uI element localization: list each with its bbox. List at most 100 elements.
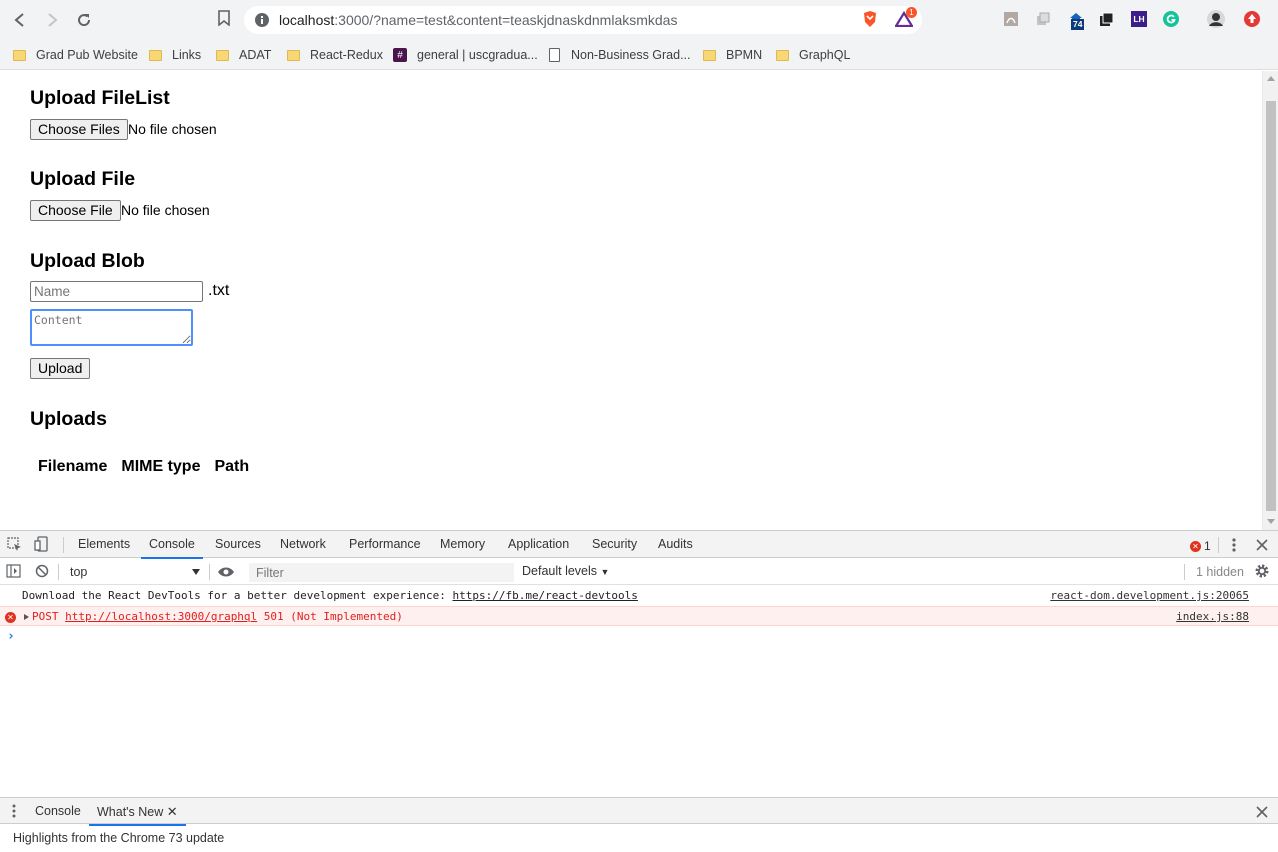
brave-shields-icon[interactable]	[861, 10, 879, 28]
drawer-menu-icon[interactable]	[12, 804, 16, 823]
forward-button[interactable]	[40, 8, 64, 32]
blob-content-textarea[interactable]	[30, 309, 193, 346]
inspect-element-icon[interactable]	[7, 537, 22, 557]
choose-files-button[interactable]: Choose Files	[30, 119, 128, 140]
error-count-indicator[interactable]: ✕ 1	[1190, 539, 1211, 553]
bookmark-label: Non-Business Grad...	[571, 48, 691, 62]
close-drawer-icon[interactable]	[1256, 805, 1268, 823]
blob-name-input[interactable]	[30, 281, 203, 302]
bookmark-label: Grad Pub Website	[36, 48, 138, 62]
bookmark-label: Links	[172, 48, 202, 62]
reload-icon	[78, 14, 91, 27]
upload-file-heading: Upload File	[30, 168, 136, 190]
toolbar-divider	[1184, 564, 1185, 580]
log-levels-dropdown[interactable]: Default levels ▼	[522, 564, 609, 578]
bookmark-links[interactable]: Links	[149, 44, 201, 66]
bookmark-graphql[interactable]: GraphQL	[776, 44, 850, 66]
upload-button[interactable]: Upload	[30, 358, 91, 379]
bookmark-react-redux[interactable]: React-Redux	[287, 44, 383, 66]
device-toolbar-icon[interactable]	[34, 536, 49, 557]
console-message-error: ✕ POST http://localhost:3000/graphql 501…	[0, 606, 1278, 626]
grammarly-icon[interactable]	[1162, 10, 1180, 28]
tab-performance[interactable]: Performance	[349, 531, 421, 558]
mime-type-column-header: MIME type	[121, 458, 201, 475]
pdf-extension-icon[interactable]	[1002, 10, 1020, 28]
page-icon	[549, 48, 560, 62]
show-sidebar-icon[interactable]	[6, 564, 21, 583]
upload-filelist-heading: Upload FileList	[30, 87, 170, 109]
tab-network[interactable]: Network	[280, 531, 326, 558]
update-available-icon[interactable]	[1243, 10, 1261, 28]
lighthouse-label: LH	[1131, 11, 1147, 27]
bookmark-adat[interactable]: ADAT	[216, 44, 271, 66]
uploads-heading: Uploads	[30, 408, 107, 430]
bookmark-non-business-grad[interactable]: Non-Business Grad...	[549, 44, 691, 66]
page-scrollbar[interactable]	[1262, 71, 1278, 530]
folder-icon	[703, 49, 716, 61]
filename-column-header: Filename	[38, 458, 108, 475]
devtools-panel: Elements Console Sources Network Perform…	[0, 530, 1278, 852]
close-tab-icon[interactable]: ✕	[167, 804, 178, 819]
message-source-link[interactable]: react-dom.development.js:20065	[1050, 586, 1249, 606]
choose-file-button[interactable]: Choose File	[30, 200, 121, 221]
tab-memory[interactable]: Memory	[440, 531, 485, 558]
lighthouse-icon[interactable]: LH	[1130, 10, 1148, 28]
context-selector[interactable]: top	[64, 563, 204, 581]
expand-triangle-icon[interactable]	[24, 614, 29, 620]
url-text: localhost:3000/?name=test&content=teaskj…	[279, 12, 678, 28]
brave-rewards-icon[interactable]: 1	[895, 7, 917, 28]
folder-icon	[287, 49, 300, 61]
scroll-down-arrow-icon[interactable]	[1267, 519, 1275, 524]
hidden-messages-count: 1 hidden	[1196, 565, 1244, 579]
live-expression-eye-icon[interactable]	[217, 565, 235, 583]
site-info-icon[interactable]	[254, 12, 270, 33]
chevron-down-icon	[192, 569, 200, 575]
folder-icon	[149, 49, 162, 61]
drawer-tab-whats-new[interactable]: What's New ✕	[89, 798, 186, 826]
toolbar-divider	[63, 537, 64, 553]
more-options-icon[interactable]	[1231, 537, 1237, 558]
tab-counter-icon[interactable]: 74	[1067, 10, 1085, 30]
back-arrow-icon	[14, 13, 24, 27]
copy-extension-icon[interactable]	[1034, 10, 1052, 28]
folder-icon	[216, 49, 229, 61]
bookmark-general-uscgradua[interactable]: # general | uscgradua...	[393, 44, 538, 66]
address-bar[interactable]: localhost:3000/?name=test&content=teaskj…	[244, 6, 922, 34]
chevron-down-icon: ▼	[600, 567, 610, 577]
profile-avatar-icon[interactable]	[1207, 10, 1225, 28]
console-filter-input[interactable]	[249, 563, 514, 582]
bookmark-label: ADAT	[239, 48, 272, 62]
folder-icon	[776, 49, 789, 61]
bookmark-bpmn[interactable]: BPMN	[703, 44, 762, 66]
error-icon: ✕	[1190, 540, 1201, 552]
rewards-badge: 1	[906, 7, 917, 18]
scroll-up-arrow-icon[interactable]	[1267, 76, 1275, 81]
bookmarks-bar: Grad Pub Website Links ADAT React-Redux …	[0, 40, 1278, 70]
graphql-endpoint-link[interactable]: http://localhost:3000/graphql	[65, 610, 257, 623]
tab-application[interactable]: Application	[508, 531, 569, 558]
reload-button[interactable]	[72, 8, 96, 32]
react-devtools-link[interactable]: https://fb.me/react-devtools	[452, 589, 637, 602]
tab-sources[interactable]: Sources	[215, 531, 261, 558]
message-source-link[interactable]: index.js:88	[1176, 607, 1249, 627]
back-button[interactable]	[8, 8, 32, 32]
console-message-text: POST http://localhost:3000/graphql 501 (…	[32, 607, 403, 627]
tab-elements[interactable]: Elements	[78, 531, 130, 558]
scrollbar-thumb[interactable]	[1266, 101, 1276, 511]
uploads-table: Filename MIME type Path	[30, 455, 257, 479]
tab-console[interactable]: Console	[141, 531, 203, 559]
tab-audits[interactable]: Audits	[658, 531, 693, 558]
log-levels-label: Default levels	[522, 564, 598, 578]
tab-security[interactable]: Security	[592, 531, 637, 558]
console-prompt-icon[interactable]: ›	[7, 629, 15, 644]
filelist-status: No file chosen	[128, 121, 217, 137]
file-status: No file chosen	[121, 202, 210, 218]
console-settings-gear-icon[interactable]	[1254, 563, 1270, 584]
close-devtools-icon[interactable]	[1256, 538, 1268, 556]
upload-blob-heading: Upload Blob	[30, 250, 145, 272]
drawer-tab-console[interactable]: Console	[35, 798, 81, 825]
bookmark-grad-pub-website[interactable]: Grad Pub Website	[13, 44, 138, 66]
bookmark-page-icon[interactable]	[218, 10, 230, 31]
clear-console-icon[interactable]	[35, 564, 49, 583]
tab-manager-icon[interactable]	[1098, 10, 1116, 28]
